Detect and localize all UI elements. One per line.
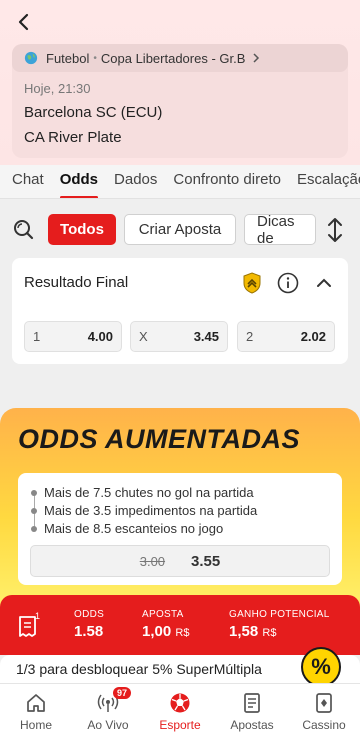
nav-label: Esporte bbox=[159, 718, 201, 732]
boost-card: Mais de 7.5 chutes no gol na partida Mai… bbox=[18, 473, 342, 585]
nav-home[interactable]: Home bbox=[0, 684, 72, 740]
slip-stake-value: 1,00 bbox=[142, 623, 172, 640]
promo-text: 1/3 para desbloquear 5% SuperMúltipla bbox=[16, 661, 262, 677]
bottom-nav: Home 97 Ao Vivo Esporte Apostas Cassino bbox=[0, 683, 360, 740]
sport-label: Futebol bbox=[46, 50, 90, 66]
live-count-badge: 97 bbox=[113, 687, 132, 699]
tab-odds[interactable]: Odds bbox=[59, 165, 99, 198]
odd-button-home[interactable]: 1 4.00 bbox=[24, 321, 122, 352]
match-tabs: Chat Odds Dados Confronto direto Escalaç… bbox=[0, 165, 360, 199]
bet-slip-icon: 1 bbox=[19, 611, 40, 637]
info-icon[interactable] bbox=[277, 272, 299, 294]
market-card: Resultado Final 1 4.00 X 3.45 2 2.02 bbox=[12, 258, 348, 364]
nav-label: Home bbox=[19, 718, 52, 732]
boost-selection: Mais de 3.5 impedimentos na partida bbox=[30, 503, 258, 518]
slip-stake: APOSTA 1,00 R$ bbox=[142, 609, 189, 640]
boost-selection: Mais de 8.5 escanteios no jogo bbox=[30, 521, 224, 536]
sort-arrows-icon[interactable] bbox=[324, 217, 346, 243]
nav-label: Apostas bbox=[230, 718, 274, 732]
currency: R$ bbox=[262, 627, 277, 639]
league-breadcrumb[interactable]: Futebol • Copa Libertadores - Gr.B bbox=[12, 44, 348, 72]
filter-chip-dicas[interactable]: Dicas de bbox=[244, 214, 316, 245]
chevron-left-icon bbox=[18, 13, 29, 31]
odd-button-away[interactable]: 2 2.02 bbox=[237, 321, 335, 352]
home-team: Barcelona SC (ECU) bbox=[24, 104, 163, 121]
odd-label: 1 bbox=[33, 329, 41, 344]
filter-chip-criar-aposta[interactable]: Criar Aposta bbox=[124, 214, 236, 245]
chevron-up-icon[interactable] bbox=[315, 274, 333, 292]
odd-label: 2 bbox=[246, 329, 254, 344]
boosted-odds-section: ODDS AUMENTADAS Mais de 7.5 chutes no go… bbox=[0, 408, 360, 608]
league-label: Copa Libertadores - Gr.B bbox=[100, 50, 246, 66]
odd-value: 4.00 bbox=[87, 329, 113, 344]
currency: R$ bbox=[175, 627, 190, 639]
filter-chip-todos[interactable]: Todos bbox=[48, 214, 116, 245]
slip-potential-label: GANHO POTENCIAL bbox=[229, 609, 330, 620]
nav-cassino[interactable]: Cassino bbox=[288, 684, 360, 740]
slip-odds: ODDS 1.58 bbox=[74, 609, 104, 640]
nav-apostas[interactable]: Apostas bbox=[216, 684, 288, 740]
back-button[interactable] bbox=[12, 10, 36, 34]
bet-count: 1 bbox=[35, 611, 40, 621]
slip-potential-value: 1,58 bbox=[229, 623, 259, 640]
nav-label: Ao Vivo bbox=[87, 718, 129, 732]
slip-odds-value: 1.58 bbox=[74, 623, 104, 640]
slip-stake-label: APOSTA bbox=[142, 609, 184, 620]
odd-label: X bbox=[139, 329, 148, 344]
boost-shield-icon bbox=[243, 272, 261, 294]
nav-label: Cassino bbox=[302, 718, 346, 732]
market-filters: Todos Criar Aposta Dicas de bbox=[0, 207, 360, 253]
boost-title: ODDS AUMENTADAS bbox=[18, 424, 300, 454]
slip-odds-label: ODDS bbox=[74, 609, 105, 620]
match-time: Hoje, 21:30 bbox=[24, 81, 91, 96]
cards-icon bbox=[316, 693, 332, 713]
globe-icon bbox=[24, 51, 38, 65]
tab-dados[interactable]: Dados bbox=[114, 165, 157, 198]
match-header: Futebol • Copa Libertadores - Gr.B Hoje,… bbox=[0, 0, 360, 165]
tab-confronto-direto[interactable]: Confronto direto bbox=[173, 165, 281, 198]
chevron-right-icon bbox=[253, 53, 260, 63]
old-odd: 3.00 bbox=[139, 553, 166, 569]
away-team: CA River Plate bbox=[24, 129, 122, 146]
match-card: Futebol • Copa Libertadores - Gr.B Hoje,… bbox=[12, 44, 348, 158]
nav-ao-vivo[interactable]: 97 Ao Vivo bbox=[72, 684, 144, 740]
soccer-ball-icon bbox=[170, 693, 190, 713]
tab-escalacao[interactable]: Escalação bbox=[297, 165, 360, 198]
search-icon[interactable] bbox=[12, 218, 36, 242]
new-odd: 3.55 bbox=[191, 552, 221, 570]
receipt-icon bbox=[244, 693, 260, 713]
breadcrumb-separator: • bbox=[93, 52, 97, 64]
bet-slip-bar[interactable]: 1 ODDS 1.58 APOSTA 1,00 R$ GANHO POTENCI… bbox=[0, 595, 360, 655]
home-icon bbox=[27, 694, 45, 712]
boost-selection: Mais de 7.5 chutes no gol na partida bbox=[31, 485, 254, 500]
slip-potential-win: GANHO POTENCIAL 1,58 R$ bbox=[229, 609, 330, 640]
percent-badge-icon[interactable]: % bbox=[301, 647, 341, 687]
tab-chat[interactable]: Chat bbox=[12, 165, 44, 198]
boosted-odd-button[interactable]: 3.00 3.55 bbox=[30, 545, 330, 577]
nav-esporte[interactable]: Esporte bbox=[144, 684, 216, 740]
odd-button-draw[interactable]: X 3.45 bbox=[130, 321, 228, 352]
odd-value: 2.02 bbox=[300, 329, 326, 344]
odd-value: 3.45 bbox=[193, 329, 219, 344]
market-title: Resultado Final bbox=[24, 274, 129, 291]
